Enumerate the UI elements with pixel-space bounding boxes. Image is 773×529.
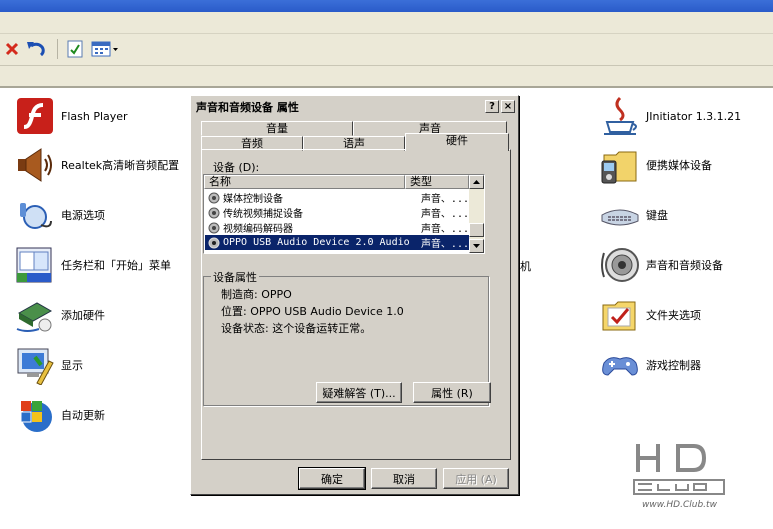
game-controller-icon <box>600 345 640 385</box>
cp-item-keyboard[interactable]: 键盘 <box>600 193 668 237</box>
window-title-strip <box>0 0 773 12</box>
ok-button[interactable]: 确定 <box>298 467 366 490</box>
cp-item-jinitiator[interactable]: JInitiator 1.3.1.21 <box>600 94 741 138</box>
delete-icon[interactable] <box>3 37 21 61</box>
undo-icon[interactable] <box>24 37 48 61</box>
device-list[interactable]: 名称 类型 媒体控制设备 声音、... 传统视频捕捉设备 声音、... 视频编码… <box>203 174 485 254</box>
cp-item-power-options[interactable]: 电源选项 <box>15 193 105 237</box>
device-row[interactable]: 传统视频捕捉设备 声音、... <box>205 205 469 220</box>
properties-button[interactable]: 属性 (R) <box>413 382 491 403</box>
speaker-device-icon <box>208 192 220 203</box>
cp-item-realtek[interactable]: Realtek高清晰音频配置 <box>15 143 179 187</box>
cp-item-label: Flash Player <box>61 109 128 123</box>
menu-bar <box>0 12 773 34</box>
hd-club-watermark: www.HD.Club.tw <box>632 440 727 515</box>
dialog-title-bar: 声音和音频设备 属性 ? × <box>193 98 516 115</box>
column-header-name[interactable]: 名称 <box>204 175 405 189</box>
cp-item-label: 添加硬件 <box>61 309 105 322</box>
views-icon[interactable] <box>90 37 120 61</box>
cancel-button[interactable]: 取消 <box>371 468 437 489</box>
cp-item-label: 自动更新 <box>61 409 105 422</box>
scroll-up-button[interactable] <box>469 175 484 189</box>
cp-item-label: 便携媒体设备 <box>646 159 712 172</box>
cp-item-portable-media[interactable]: 便携媒体设备 <box>600 143 712 187</box>
device-row[interactable]: 视频编码解码器 声音、... <box>205 220 469 235</box>
close-button[interactable]: × <box>501 100 515 113</box>
device-row-selected[interactable]: OPPO USB Audio Device 2.0 Audio 声音、... <box>205 235 469 250</box>
help-button[interactable]: ? <box>485 100 499 113</box>
cp-item-folder-options[interactable]: 文件夹选项 <box>600 293 701 337</box>
troubleshoot-button[interactable]: 疑难解答 (T)... <box>316 382 402 403</box>
properties-icon[interactable] <box>64 37 86 61</box>
cp-item-taskbar[interactable]: 任务栏和「开始」菜单 <box>15 243 171 287</box>
toolbar-separator <box>57 39 58 59</box>
power-options-icon <box>15 195 55 235</box>
cp-item-label: 键盘 <box>646 209 668 222</box>
cp-item-label: 文件夹选项 <box>646 309 701 322</box>
cp-item-label: 任务栏和「开始」菜单 <box>61 259 171 272</box>
tab-hardware[interactable]: 硬件 <box>405 133 509 151</box>
cp-item-sound-audio[interactable]: 声音和音频设备 <box>600 243 723 287</box>
speaker-device-icon <box>208 237 220 248</box>
cp-item-label: JInitiator 1.3.1.21 <box>646 109 742 123</box>
watermark-url: www.HD.Club.tw <box>642 500 717 510</box>
cp-item-flash-player[interactable]: Flash Player <box>15 94 128 138</box>
cp-item-label: 显示 <box>61 359 83 372</box>
scroll-down-button[interactable] <box>469 239 484 253</box>
flash-player-icon <box>15 96 55 136</box>
taskbar-start-menu-icon <box>15 245 55 285</box>
portable-media-icon <box>600 145 640 185</box>
folder-options-icon <box>600 295 640 335</box>
cp-item-label: 游戏控制器 <box>646 359 701 372</box>
realtek-speaker-icon <box>15 145 55 185</box>
tab-volume[interactable]: 音量 <box>201 121 353 136</box>
sound-audio-icon <box>600 245 640 285</box>
cp-item-label: 声音和音频设备 <box>646 259 723 272</box>
sound-properties-dialog: 声音和音频设备 属性 ? × 音量 声音 音频 语声 硬件 设备 (D): 名称… <box>190 95 519 495</box>
device-name: 传统视频捕捉设备 <box>223 209 303 220</box>
hidden-item-label-fragment: 机 <box>520 260 531 273</box>
cp-item-windows-update[interactable]: 自动更新 <box>15 393 105 437</box>
device-status-text: 设备状态: 这个设备运转正常。 <box>221 322 372 335</box>
manufacturer-text: 制造商: OPPO <box>221 288 292 301</box>
device-type: 声音、... <box>420 239 469 250</box>
device-name: 视频编码解码器 <box>223 224 293 235</box>
speaker-device-icon <box>208 222 220 233</box>
arrow-up-icon <box>473 180 480 184</box>
add-hardware-icon <box>15 295 55 335</box>
hd-club-logo <box>633 444 725 495</box>
device-row[interactable]: 媒体控制设备 声音、... <box>205 190 469 205</box>
windows-update-icon <box>15 395 55 435</box>
toolbar <box>0 34 773 66</box>
list-scrollbar[interactable] <box>469 175 484 253</box>
speaker-device-icon <box>208 207 220 218</box>
keyboard-icon <box>600 195 640 235</box>
arrow-down-icon <box>473 244 480 248</box>
location-text: 位置: OPPO USB Audio Device 1.0 <box>221 305 404 318</box>
java-icon <box>600 96 640 136</box>
device-type: 声音、... <box>420 209 469 220</box>
cp-item-label: 电源选项 <box>61 209 105 222</box>
display-icon <box>15 345 55 385</box>
device-type: 声音、... <box>420 224 469 235</box>
device-name: OPPO USB Audio Device 2.0 Audio <box>223 237 410 248</box>
cp-item-display[interactable]: 显示 <box>15 343 83 387</box>
address-bar <box>0 66 773 88</box>
column-header-type[interactable]: 类型 <box>405 175 469 189</box>
apply-button[interactable]: 应用 (A) <box>443 468 509 489</box>
cp-item-game-controllers[interactable]: 游戏控制器 <box>600 343 701 387</box>
devices-label: 设备 (D): <box>213 161 260 174</box>
scroll-thumb[interactable] <box>469 223 484 237</box>
device-type: 声音、... <box>420 194 469 205</box>
device-name: 媒体控制设备 <box>223 194 283 205</box>
cp-item-add-hardware[interactable]: 添加硬件 <box>15 293 105 337</box>
dialog-title: 声音和音频设备 属性 <box>196 100 299 114</box>
cp-item-label: Realtek高清晰音频配置 <box>61 159 180 172</box>
device-properties-label: 设备属性 <box>211 269 259 285</box>
